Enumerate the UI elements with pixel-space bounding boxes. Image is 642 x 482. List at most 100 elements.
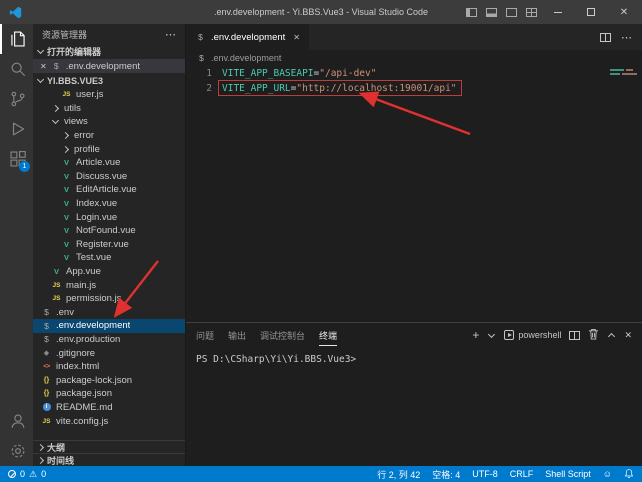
- tree-item-utils[interactable]: utils: [33, 102, 185, 116]
- split-terminal-icon[interactable]: [569, 331, 580, 340]
- encoding[interactable]: UTF-8: [472, 469, 498, 479]
- tree-item-Article.vue[interactable]: VArticle.vue: [33, 156, 185, 170]
- tree-item-EditArticle.vue[interactable]: VEditArticle.vue: [33, 183, 185, 197]
- minimap-line: [610, 73, 637, 75]
- file-name: profile: [74, 144, 100, 155]
- file-name: index.html: [56, 361, 99, 372]
- notifications-bell-icon[interactable]: [624, 468, 634, 481]
- customize-layout-icon[interactable]: [526, 8, 537, 17]
- project-root-header[interactable]: YI.BBS.VUE3: [33, 73, 185, 88]
- code-text: VITE_APP_BASEAPI="/api-dev": [222, 66, 376, 81]
- tree-item-views[interactable]: views: [33, 115, 185, 129]
- breadcrumb[interactable]: $ .env.development: [186, 50, 642, 66]
- open-editor-item[interactable]: ✕ $ .env.development: [33, 59, 185, 73]
- tab-output[interactable]: 输出: [228, 325, 246, 345]
- problems-status[interactable]: 0 ⚠ 0: [8, 469, 46, 480]
- search-icon[interactable]: [0, 54, 33, 84]
- file-name: package.json: [56, 388, 112, 399]
- toggle-panel-icon[interactable]: [486, 8, 497, 17]
- cursor-position[interactable]: 行 2, 列 42: [377, 468, 420, 481]
- tab-env-development[interactable]: $ .env.development ✕: [186, 24, 309, 50]
- file-name: user.js: [76, 89, 103, 100]
- env-file-icon: $: [41, 334, 52, 344]
- vue-file-icon: V: [61, 185, 72, 194]
- tree-item-error[interactable]: error: [33, 129, 185, 143]
- minimize-button[interactable]: [546, 0, 570, 24]
- env-file-icon: $: [196, 53, 207, 63]
- tree-item-package-lock.json[interactable]: {}package-lock.json: [33, 373, 185, 387]
- explorer-icon[interactable]: [0, 24, 33, 54]
- tree-item-profile[interactable]: profile: [33, 142, 185, 156]
- annotation-highlight-box: [218, 80, 462, 96]
- tree-item-vite.config.js[interactable]: JSvite.config.js: [33, 414, 185, 428]
- terminal-output[interactable]: PS D:\CSharp\Yi\Yi.BBS.Vue3>: [186, 347, 642, 466]
- tree-item-.env[interactable]: $.env: [33, 306, 185, 320]
- close-tab-icon[interactable]: ✕: [293, 33, 300, 42]
- tree-item-Test.vue[interactable]: VTest.vue: [33, 251, 185, 265]
- chevron-down-icon: [36, 76, 45, 85]
- kill-terminal-trash-icon[interactable]: [588, 328, 599, 342]
- tree-item-package.json[interactable]: {}package.json: [33, 387, 185, 401]
- js-file-icon: JS: [41, 418, 52, 425]
- sidebar-header: 资源管理器 ⋯: [33, 24, 185, 44]
- tree-item-.env.production[interactable]: $.env.production: [33, 333, 185, 347]
- env-value: "/api-dev": [319, 68, 376, 79]
- env-file-icon: $: [41, 321, 52, 331]
- eol[interactable]: CRLF: [510, 469, 534, 479]
- feedback-smiley-icon[interactable]: ☺: [603, 469, 612, 479]
- env-file-icon: $: [195, 32, 206, 42]
- tab-debug-console[interactable]: 调试控制台: [260, 325, 305, 345]
- tree-item-index.html[interactable]: <>index.html: [33, 360, 185, 374]
- settings-gear-icon[interactable]: [0, 436, 33, 466]
- js-file-icon: JS: [61, 91, 72, 98]
- run-debug-icon[interactable]: [0, 114, 33, 144]
- shell-selector[interactable]: powershell: [504, 330, 561, 340]
- tree-item-App.vue[interactable]: VApp.vue: [33, 265, 185, 279]
- new-terminal-icon[interactable]: +: [472, 330, 479, 340]
- tree-item-main.js[interactable]: JSmain.js: [33, 278, 185, 292]
- tab-terminal[interactable]: 终端: [319, 325, 337, 346]
- more-actions-icon[interactable]: ⋯: [165, 28, 176, 41]
- language-mode[interactable]: Shell Script: [545, 469, 591, 479]
- indentation[interactable]: 空格: 4: [432, 468, 460, 481]
- maximize-button[interactable]: [579, 0, 603, 24]
- outline-section-header[interactable]: 大纲: [33, 440, 185, 453]
- tree-item-Index.vue[interactable]: VIndex.vue: [33, 197, 185, 211]
- main-area: 1 资源管理器 ⋯ 打开的编辑器 ✕ $ .env.development: [0, 24, 642, 466]
- tree-item-.env.development[interactable]: $.env.development: [33, 319, 185, 333]
- file-name: Login.vue: [76, 212, 117, 223]
- close-panel-icon[interactable]: ✕: [624, 330, 632, 341]
- maximize-panel-icon[interactable]: [607, 331, 616, 340]
- account-icon[interactable]: [0, 406, 33, 436]
- toggle-secondary-sidebar-icon[interactable]: [506, 8, 517, 17]
- open-editors-header[interactable]: 打开的编辑器: [33, 44, 185, 59]
- toggle-sidebar-icon[interactable]: [466, 8, 477, 17]
- chevron-down-icon: [51, 117, 60, 126]
- split-editor-icon[interactable]: [600, 33, 611, 42]
- tree-item-.gitignore[interactable]: ◆.gitignore: [33, 346, 185, 360]
- timeline-section-header[interactable]: 时间线: [33, 453, 185, 466]
- file-name: error: [74, 130, 94, 141]
- tree-item-user.js[interactable]: JS user.js: [33, 88, 185, 102]
- tree-item-README.md[interactable]: iREADME.md: [33, 401, 185, 415]
- close-icon[interactable]: ✕: [40, 62, 47, 71]
- code-editor[interactable]: 1 VITE_APP_BASEAPI="/api-dev" 2 VITE_APP…: [186, 66, 642, 322]
- terminal-icon: [504, 330, 514, 340]
- activity-bar: 1: [0, 24, 33, 466]
- extensions-icon[interactable]: 1: [0, 144, 33, 174]
- file-name: Register.vue: [76, 239, 129, 250]
- file-name: NotFound.vue: [76, 225, 136, 236]
- open-editors-label: 打开的编辑器: [47, 45, 101, 58]
- source-control-icon[interactable]: [0, 84, 33, 114]
- minimap[interactable]: [610, 69, 637, 75]
- tab-problems[interactable]: 问题: [196, 325, 214, 345]
- vue-file-icon: V: [61, 213, 72, 222]
- tree-item-permission.js[interactable]: JSpermission.js: [33, 292, 185, 306]
- tree-item-NotFound.vue[interactable]: VNotFound.vue: [33, 224, 185, 238]
- editor-more-actions-icon[interactable]: ⋯: [621, 31, 632, 44]
- terminal-profile-dropdown-icon[interactable]: [487, 331, 496, 340]
- tree-item-Register.vue[interactable]: VRegister.vue: [33, 238, 185, 252]
- close-window-button[interactable]: ✕: [612, 0, 636, 24]
- tree-item-Login.vue[interactable]: V Login.vue: [33, 210, 185, 224]
- tree-item-Discuss.vue[interactable]: VDiscuss.vue: [33, 170, 185, 184]
